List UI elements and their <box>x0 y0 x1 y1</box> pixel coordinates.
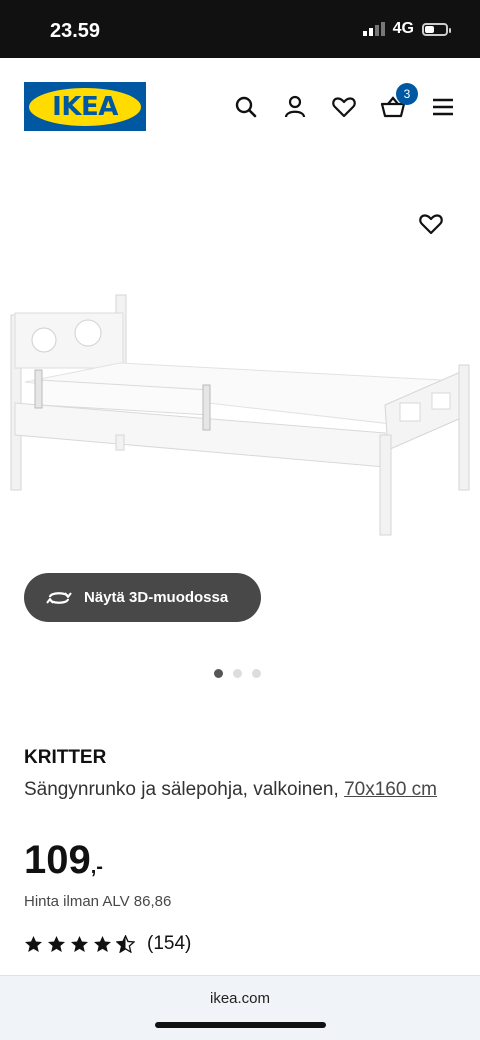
product-image[interactable] <box>0 285 480 545</box>
price-without-vat: Hinta ilman ALV 86,86 <box>24 893 172 910</box>
half-star-icon <box>116 935 135 953</box>
cart-count-badge: 3 <box>396 83 418 105</box>
status-bar: 23.59 4G <box>0 0 480 58</box>
star-icon <box>70 935 89 953</box>
signal-icon <box>362 22 385 36</box>
status-time: 23.59 <box>50 20 101 42</box>
rating-summary[interactable]: (154) <box>24 933 191 955</box>
network-label: 4G <box>392 20 414 37</box>
review-count: (154) <box>147 933 192 954</box>
ikea-logo[interactable]: IKEA <box>24 82 146 131</box>
browser-url-bar[interactable]: ikea.com <box>0 975 480 1040</box>
star-icon <box>47 935 66 953</box>
rotate-3d-icon <box>46 591 72 604</box>
favorite-heart-icon[interactable] <box>418 212 444 236</box>
price-suffix: ,- <box>90 856 103 878</box>
size-link[interactable]: 70x160 cm <box>344 779 437 800</box>
site-header: IKEA 3 <box>0 58 480 158</box>
wishlist-heart-icon[interactable] <box>331 94 357 120</box>
product-price: 109 ,- <box>24 838 103 883</box>
view-3d-button[interactable]: Näytä 3D-muodossa <box>24 573 261 622</box>
search-icon[interactable] <box>233 94 259 120</box>
menu-icon[interactable] <box>430 94 456 120</box>
battery-icon <box>422 22 451 36</box>
product-description-text: Sängynrunko ja sälepohja, valkoinen, <box>24 779 339 800</box>
product-description: Sängynrunko ja sälepohja, valkoinen, 70x… <box>24 775 454 804</box>
user-icon[interactable] <box>282 94 308 120</box>
carousel-dot-3[interactable] <box>252 669 261 678</box>
home-indicator <box>155 1022 326 1028</box>
star-icon <box>24 935 43 953</box>
price-amount: 109 <box>24 838 91 882</box>
carousel-dots <box>214 669 261 678</box>
logo-text: IKEA <box>52 91 118 122</box>
product-name: KRITTER <box>24 747 107 768</box>
carousel-dot-1[interactable] <box>214 669 223 678</box>
star-icon <box>93 935 112 953</box>
url-text: ikea.com <box>209 990 271 1007</box>
carousel-dot-2[interactable] <box>233 669 242 678</box>
view-3d-label: Näytä 3D-muodossa <box>84 589 229 606</box>
